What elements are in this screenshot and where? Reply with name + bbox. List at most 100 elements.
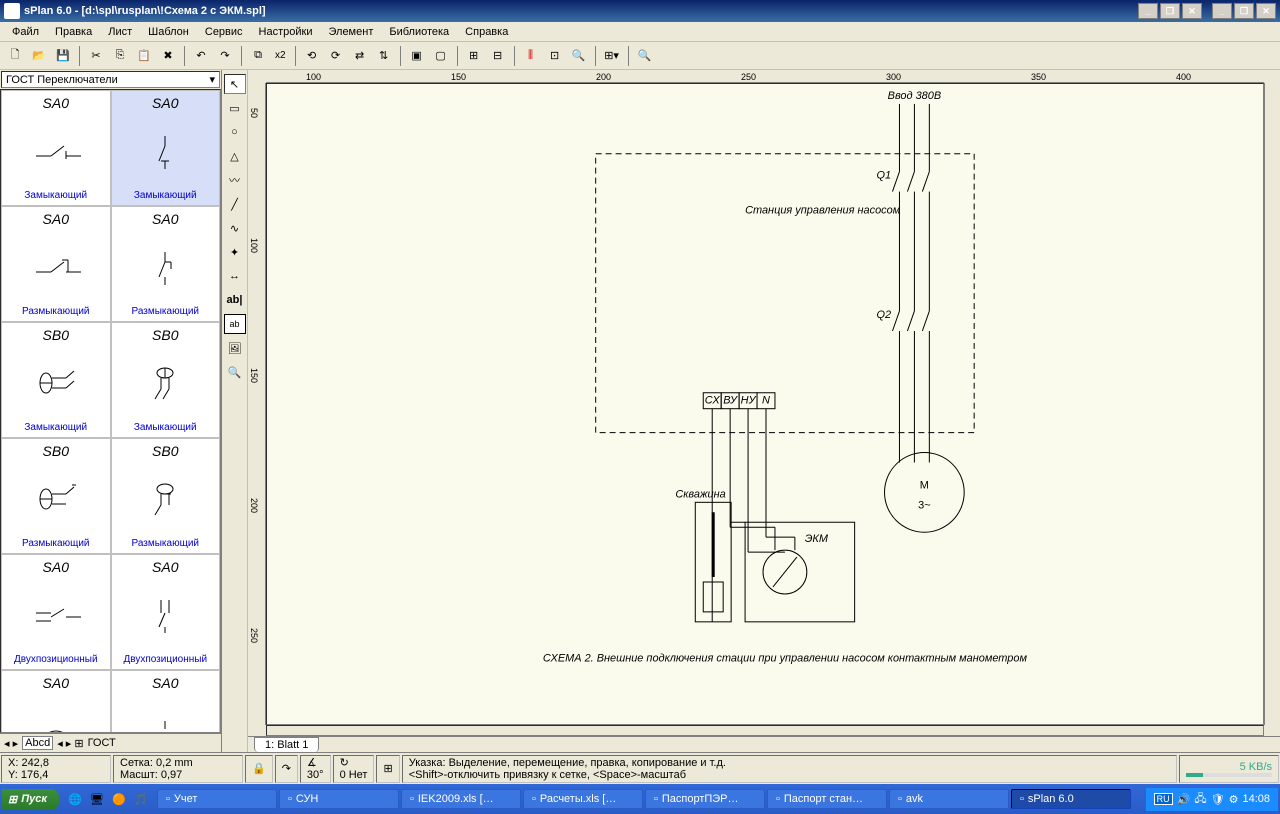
- status-angle[interactable]: ∡ 30°: [300, 755, 331, 783]
- window-title: sPlan 6.0 - [d:\spl\rusplan\!Схема 2 с Э…: [24, 5, 1138, 17]
- menu-template[interactable]: Шаблон: [140, 24, 197, 40]
- delete-icon[interactable]: ✖: [157, 45, 179, 67]
- close-button[interactable]: ✕: [1182, 3, 1202, 19]
- task-icon: ▫: [532, 793, 536, 805]
- library-item[interactable]: SA0 Замыкающий: [1, 90, 111, 206]
- zoom-page-icon[interactable]: 🔍: [634, 45, 656, 67]
- task-icon: ▫: [654, 793, 658, 805]
- vertical-scrollbar[interactable]: [1264, 83, 1280, 725]
- horizontal-scrollbar[interactable]: [266, 725, 1264, 736]
- library-item[interactable]: SA0: [1, 670, 111, 733]
- canvas[interactable]: Станция управления насосом Ввод 380В Q1: [266, 83, 1264, 725]
- options-icon[interactable]: ⊞▾: [601, 45, 623, 67]
- pointer-tool-icon[interactable]: ↖: [224, 74, 246, 94]
- cut-icon[interactable]: ✂: [85, 45, 107, 67]
- save-icon[interactable]: 💾: [52, 45, 74, 67]
- status-grid: Сетка: 0,2 mm: [120, 757, 236, 769]
- circle-tool-icon[interactable]: ○: [224, 122, 246, 142]
- rect-tool-icon[interactable]: ▭: [224, 98, 246, 118]
- library-item[interactable]: SA0 Замыкающий: [111, 90, 221, 206]
- send-back-icon[interactable]: ▣: [406, 45, 428, 67]
- taskbar-task[interactable]: ▫Учет: [157, 789, 277, 809]
- mdi-minimize-button[interactable]: _: [1212, 3, 1232, 19]
- taskbar-task[interactable]: ▫avk: [889, 789, 1009, 809]
- lib-item-label: Размыкающий: [22, 306, 90, 317]
- search-icon[interactable]: 🔍: [568, 45, 590, 67]
- node-tool-icon[interactable]: ✦: [224, 242, 246, 262]
- redo-icon[interactable]: ↷: [214, 45, 236, 67]
- bezier-tool-icon[interactable]: ∿: [224, 218, 246, 238]
- ungroup-icon[interactable]: ⊟: [487, 45, 509, 67]
- new-icon[interactable]: 🗋: [4, 45, 26, 67]
- poly-tool-icon[interactable]: △: [224, 146, 246, 166]
- ql-media-icon[interactable]: 🎵: [131, 789, 151, 809]
- menu-edit[interactable]: Правка: [47, 24, 100, 40]
- library-item[interactable]: SA0 Двухпозиционный: [111, 554, 221, 670]
- library-item[interactable]: SB0 Размыкающий: [111, 438, 221, 554]
- dim-tool-icon[interactable]: ↔: [224, 266, 246, 286]
- menu-service[interactable]: Сервис: [197, 24, 251, 40]
- image-tool-icon[interactable]: 🖼: [224, 338, 246, 358]
- taskbar-task[interactable]: ▫sPlan 6.0: [1011, 789, 1131, 809]
- menu-library[interactable]: Библиотека: [381, 24, 457, 40]
- duplicate-icon[interactable]: ⧉: [247, 45, 269, 67]
- x2-button[interactable]: x2: [271, 45, 290, 67]
- minimize-button[interactable]: _: [1138, 3, 1158, 19]
- library-item[interactable]: SA0: [111, 670, 221, 733]
- text-tool-icon[interactable]: ab|: [224, 290, 246, 310]
- paste-icon[interactable]: 📋: [133, 45, 155, 67]
- clock[interactable]: 14:08: [1242, 793, 1270, 805]
- flip-h-icon[interactable]: ⇄: [349, 45, 371, 67]
- ql-app-icon[interactable]: 🟠: [109, 789, 129, 809]
- status-bar: X: 242,8 Y: 176,4 Сетка: 0,2 mm Масшт: 0…: [0, 752, 1280, 784]
- restore-button[interactable]: ❐: [1160, 3, 1180, 19]
- sheet-tab-1[interactable]: 1: Blatt 1: [254, 737, 319, 752]
- status-grid-icon[interactable]: ⊞: [376, 755, 399, 783]
- undo-icon[interactable]: ↶: [190, 45, 212, 67]
- mdi-restore-button[interactable]: ❐: [1234, 3, 1254, 19]
- label-tool-icon[interactable]: ab: [224, 314, 246, 334]
- ql-desktop-icon[interactable]: 🖥: [87, 789, 107, 809]
- menu-help[interactable]: Справка: [457, 24, 516, 40]
- library-item[interactable]: SA0 Размыкающий: [1, 206, 111, 322]
- lang-indicator[interactable]: RU: [1154, 793, 1173, 805]
- start-button[interactable]: ⊞ Пуск: [2, 789, 59, 810]
- flip-v-icon[interactable]: ⇅: [373, 45, 395, 67]
- menu-settings[interactable]: Настройки: [251, 24, 321, 40]
- library-item[interactable]: SA0 Размыкающий: [111, 206, 221, 322]
- mdi-close-button[interactable]: ✕: [1256, 3, 1276, 19]
- copy-icon[interactable]: ⎘: [109, 45, 131, 67]
- library-item[interactable]: SB0 Замыкающий: [1, 322, 111, 438]
- library-selector[interactable]: ГОСТ Переключатели ▾: [1, 71, 220, 88]
- status-lock-icon[interactable]: 🔒: [245, 755, 273, 783]
- menu-file[interactable]: Файл: [4, 24, 47, 40]
- menu-element[interactable]: Элемент: [320, 24, 381, 40]
- status-redo-icon[interactable]: ↷: [275, 755, 298, 783]
- library-item[interactable]: SB0 Замыкающий: [111, 322, 221, 438]
- spline-tool-icon[interactable]: 〰: [224, 170, 246, 190]
- lib-item-symbol: [4, 691, 108, 733]
- tray-icon[interactable]: 🖧: [1194, 790, 1206, 809]
- taskbar-task[interactable]: ▫IEK2009.xls […: [401, 789, 521, 809]
- distribute-icon[interactable]: ⊡: [544, 45, 566, 67]
- line-tool-icon[interactable]: ╱: [224, 194, 246, 214]
- tray-icon[interactable]: 🔊: [1177, 793, 1191, 806]
- zoom-tool-icon[interactable]: 🔍: [224, 362, 246, 382]
- ql-ie-icon[interactable]: 🌐: [65, 789, 85, 809]
- bring-front-icon[interactable]: ▢: [430, 45, 452, 67]
- tray-icon[interactable]: ⚙: [1229, 793, 1239, 806]
- rotate-left-icon[interactable]: ⟲: [301, 45, 323, 67]
- library-item[interactable]: SB0 Размыкающий: [1, 438, 111, 554]
- align-icon[interactable]: ⫼: [520, 45, 542, 67]
- rotate-right-icon[interactable]: ⟳: [325, 45, 347, 67]
- group-icon[interactable]: ⊞: [463, 45, 485, 67]
- taskbar-task[interactable]: ▫Паспорт стан…: [767, 789, 887, 809]
- taskbar-task[interactable]: ▫СУН: [279, 789, 399, 809]
- taskbar-task[interactable]: ▫Расчеты.xls […: [523, 789, 643, 809]
- menu-sheet[interactable]: Лист: [100, 24, 140, 40]
- open-icon[interactable]: 📂: [28, 45, 50, 67]
- status-snap[interactable]: ↻ 0 Нет: [333, 755, 375, 783]
- library-item[interactable]: SA0 Двухпозиционный: [1, 554, 111, 670]
- tray-icon[interactable]: 🛡: [1211, 793, 1225, 806]
- taskbar-task[interactable]: ▫ПаспортПЭР…: [645, 789, 765, 809]
